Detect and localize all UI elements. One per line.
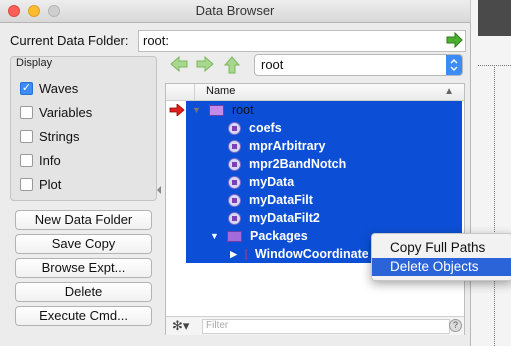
- delete-button[interactable]: Delete: [15, 282, 152, 302]
- execute-cmd-button[interactable]: Execute Cmd...: [15, 306, 152, 326]
- tree-row-label: myDataFilt: [249, 193, 313, 207]
- save-copy-button[interactable]: Save Copy: [15, 234, 152, 254]
- waves-checkbox[interactable]: ✓: [20, 81, 33, 95]
- disclosure-triangle-icon[interactable]: ▼: [192, 105, 201, 115]
- tree-toolbar: ✻▾ Filter ?: [166, 316, 464, 335]
- variables-checkbox-label: Variables: [39, 104, 93, 120]
- tree-row-label: WindowCoordinates: [254, 247, 368, 261]
- plot-checkbox-row[interactable]: Plot: [20, 175, 61, 193]
- folder-select[interactable]: root: [254, 54, 463, 76]
- wave-icon: [228, 175, 241, 189]
- strings-checkbox-label: Strings: [39, 128, 80, 144]
- waves-checkbox-row[interactable]: ✓ Waves: [20, 79, 78, 97]
- display-group-label: Display: [16, 57, 53, 69]
- wave-icon: [228, 121, 241, 135]
- tree-row-label: mpr2BandNotch: [249, 157, 347, 171]
- back-arrow-icon[interactable]: [170, 56, 188, 72]
- tree-row-label: Packages: [250, 229, 308, 243]
- tree-row-label: myData: [249, 175, 295, 189]
- variables-checkbox[interactable]: [20, 105, 33, 119]
- tree-row-mprarbitrary[interactable]: mprArbitrary: [228, 137, 325, 155]
- header-divider: [194, 84, 195, 100]
- background-window: [470, 0, 511, 346]
- gear-icon[interactable]: ✻▾: [172, 318, 189, 334]
- filter-placeholder: Filter: [206, 320, 229, 331]
- tree-row-label: coefs: [249, 121, 282, 135]
- tree-row-mydatafilt2[interactable]: myDataFilt2: [228, 209, 320, 227]
- disclosure-triangle-icon[interactable]: ▶: [230, 249, 237, 260]
- current-data-folder-value: root:: [143, 33, 170, 48]
- info-checkbox-row[interactable]: Info: [20, 151, 61, 169]
- tree-row-root[interactable]: ▼ root: [192, 101, 254, 119]
- background-guide-line-vertical: [494, 65, 495, 346]
- disclosure-triangle-icon[interactable]: ▼: [210, 231, 219, 241]
- wave-icon: [228, 157, 241, 171]
- new-data-folder-button[interactable]: New Data Folder: [15, 210, 152, 230]
- tree-row-mydatafilt[interactable]: myDataFilt: [228, 191, 313, 209]
- info-checkbox-label: Info: [39, 152, 61, 168]
- tree-row-coefs[interactable]: coefs: [228, 119, 282, 137]
- tree-row-windowcoordinates[interactable]: ▶ WindowCoordinates: [230, 245, 368, 263]
- name-column-header[interactable]: Name: [206, 85, 235, 97]
- splitter-handle-icon[interactable]: [156, 184, 162, 196]
- strings-checkbox[interactable]: [20, 129, 33, 143]
- sort-chevron-icon[interactable]: ▲: [444, 86, 454, 97]
- waves-checkbox-label: Waves: [39, 80, 79, 96]
- tree-row-label: root: [232, 103, 254, 117]
- folder-select-value: root: [261, 57, 284, 72]
- background-window-dark: [478, 0, 511, 36]
- select-chevron-icon[interactable]: [446, 55, 462, 75]
- variables-checkbox-row[interactable]: Variables: [20, 103, 92, 121]
- go-arrow-icon[interactable]: [446, 32, 463, 48]
- title-bar: Data Browser: [0, 0, 470, 23]
- window-title: Data Browser: [195, 3, 275, 18]
- tree-row-mpr2bandnotch[interactable]: mpr2BandNotch: [228, 155, 346, 173]
- tree-row-label: mprArbitrary: [249, 139, 326, 153]
- help-icon[interactable]: ?: [449, 319, 462, 332]
- wave-icon: [228, 193, 241, 207]
- current-folder-arrow-icon: [169, 104, 185, 116]
- forward-arrow-icon[interactable]: [196, 56, 214, 72]
- wave-icon: [228, 139, 241, 153]
- tree-header: Name ▲: [166, 84, 464, 101]
- folder-icon: [227, 230, 242, 242]
- wave-icon: [228, 211, 241, 225]
- up-arrow-icon[interactable]: [224, 56, 240, 74]
- tree-row-mydata[interactable]: myData: [228, 173, 294, 191]
- tree-row-packages[interactable]: ▼ Packages: [210, 227, 308, 245]
- browse-expt-button[interactable]: Browse Expt...: [15, 258, 152, 278]
- folder-icon: [244, 248, 247, 260]
- current-data-folder-field[interactable]: root:: [138, 30, 466, 52]
- tree-row-label: myDataFilt2: [249, 211, 320, 225]
- data-tree[interactable]: Name ▲ ▼ root coefs mprArbitrary mpr2Ban…: [165, 83, 465, 335]
- current-data-folder-label: Current Data Folder:: [10, 33, 129, 48]
- info-checkbox[interactable]: [20, 153, 33, 167]
- strings-checkbox-row[interactable]: Strings: [20, 127, 79, 145]
- plot-checkbox-label: Plot: [39, 176, 62, 192]
- filter-input[interactable]: Filter: [202, 319, 450, 334]
- folder-icon: [209, 104, 224, 116]
- context-menu: Copy Full Paths Delete Objects: [371, 233, 511, 281]
- menu-item-copy-full-paths[interactable]: Copy Full Paths: [372, 239, 511, 257]
- menu-item-delete-objects[interactable]: Delete Objects: [372, 258, 511, 276]
- plot-checkbox[interactable]: [20, 177, 33, 191]
